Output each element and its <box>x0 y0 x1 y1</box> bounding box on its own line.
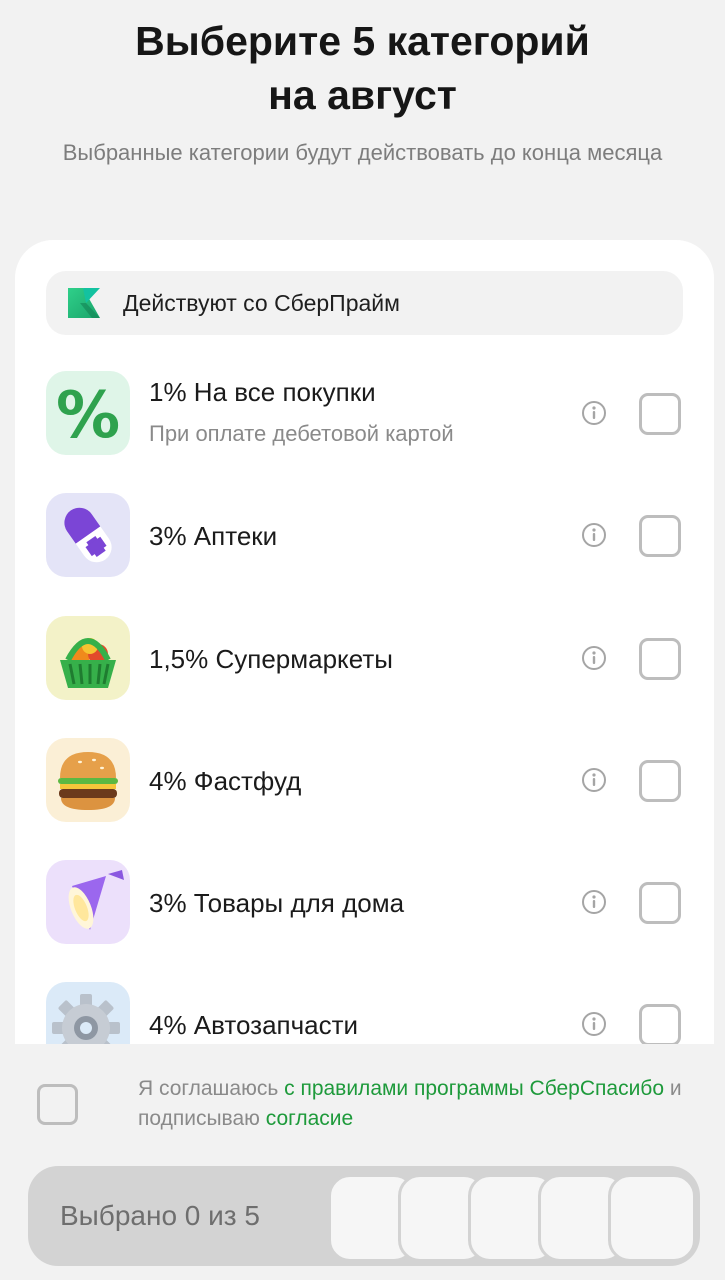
page-title-line-1: Выберите 5 категорий <box>135 18 590 64</box>
svg-text:%: % <box>56 379 120 453</box>
selection-counter: Выбрано 0 из 5 <box>60 1200 260 1231</box>
category-checkbox[interactable] <box>639 882 681 924</box>
info-icon[interactable] <box>581 1011 607 1037</box>
category-checkbox[interactable] <box>639 760 681 802</box>
info-icon[interactable] <box>581 400 607 426</box>
category-title: 3% Аптеки <box>149 521 278 551</box>
percent-icon: % <box>46 371 130 455</box>
category-subtitle: При оплате дебетовой картой <box>149 421 454 446</box>
selection-slot-5 <box>608 1174 696 1262</box>
lamp-icon <box>46 860 130 944</box>
category-title: 4% Автозапчасти <box>149 1010 359 1040</box>
sberprime-banner: Действуют со СберПрайм <box>46 271 683 335</box>
category-title: 4% Фастфуд <box>149 766 302 796</box>
basket-icon <box>46 616 130 700</box>
category-checkbox[interactable] <box>639 393 681 435</box>
info-icon[interactable] <box>581 767 607 793</box>
agreement-text-part-1: Я соглашаюсь <box>138 1077 285 1100</box>
category-item-home-goods[interactable]: 3% Товары для дома <box>46 860 683 946</box>
category-checkbox[interactable] <box>639 1004 681 1046</box>
page-title: Выберите 5 категорий на август <box>0 14 725 122</box>
category-item-supermarkets[interactable]: 1,5% Супермаркеты <box>46 616 683 702</box>
page-subtitle: Выбранные категории будут действовать до… <box>62 140 663 165</box>
category-title: 1,5% Супермаркеты <box>149 644 393 674</box>
burger-icon <box>46 738 130 822</box>
sberprime-logo-icon <box>68 288 100 318</box>
info-icon[interactable] <box>581 522 607 548</box>
agreement-checkbox[interactable] <box>37 1084 78 1125</box>
category-item-fastfood[interactable]: 4% Фастфуд <box>46 738 683 824</box>
program-rules-link[interactable]: с правилами программы СберСпасибо <box>284 1077 664 1100</box>
category-title: 1% На все покупки <box>149 377 376 407</box>
consent-link[interactable]: согласие <box>266 1107 353 1130</box>
agreement-text: Я соглашаюсь с правилами программы СберС… <box>138 1074 698 1134</box>
info-icon[interactable] <box>581 645 607 671</box>
category-item-all-purchases[interactable]: % 1% На все покупки При оплате дебетовой… <box>46 371 683 457</box>
category-checkbox[interactable] <box>639 515 681 557</box>
category-title: 3% Товары для дома <box>149 888 405 918</box>
category-checkbox[interactable] <box>639 638 681 680</box>
footer-panel: Я соглашаюсь с правилами программы СберС… <box>0 1044 725 1280</box>
sberprime-banner-label: Действуют со СберПрайм <box>123 290 400 316</box>
category-item-pharmacy[interactable]: 3% Аптеки <box>46 493 683 579</box>
pill-icon <box>46 493 130 577</box>
info-icon[interactable] <box>581 889 607 915</box>
page-title-line-2: на август <box>268 72 457 118</box>
categories-card: Действуют со СберПрайм % 1% На все покуп… <box>15 240 714 1140</box>
selection-bar: Выбрано 0 из 5 <box>28 1166 700 1266</box>
